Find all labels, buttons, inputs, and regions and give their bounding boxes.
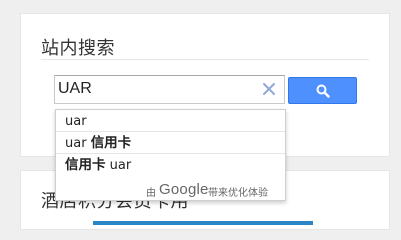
suggestion-item[interactable]: 信用卡 uar <box>56 154 285 175</box>
powered-by-label: 由 <box>146 188 156 199</box>
search-button[interactable] <box>288 77 357 104</box>
autocomplete-dropdown: uar uar 信用卡 信用卡 uar 由 Google 带来优化体验 <box>55 109 286 201</box>
powered-by-google: 由 Google 带来优化体验 <box>56 180 285 200</box>
search-icon <box>316 84 330 98</box>
suggestion-item[interactable]: uar 信用卡 <box>56 132 285 153</box>
panel-title: 站内搜索 <box>41 38 115 59</box>
suggestion-item[interactable]: uar <box>56 110 285 131</box>
close-icon[interactable] <box>260 80 278 98</box>
title-accent-bar <box>93 221 313 225</box>
divider <box>41 59 369 60</box>
search-input-value[interactable]: UAR <box>58 80 92 98</box>
search-input[interactable]: UAR <box>54 75 285 104</box>
powered-by-tail: 带来优化体验 <box>208 188 268 199</box>
google-logo: Google <box>159 181 209 198</box>
